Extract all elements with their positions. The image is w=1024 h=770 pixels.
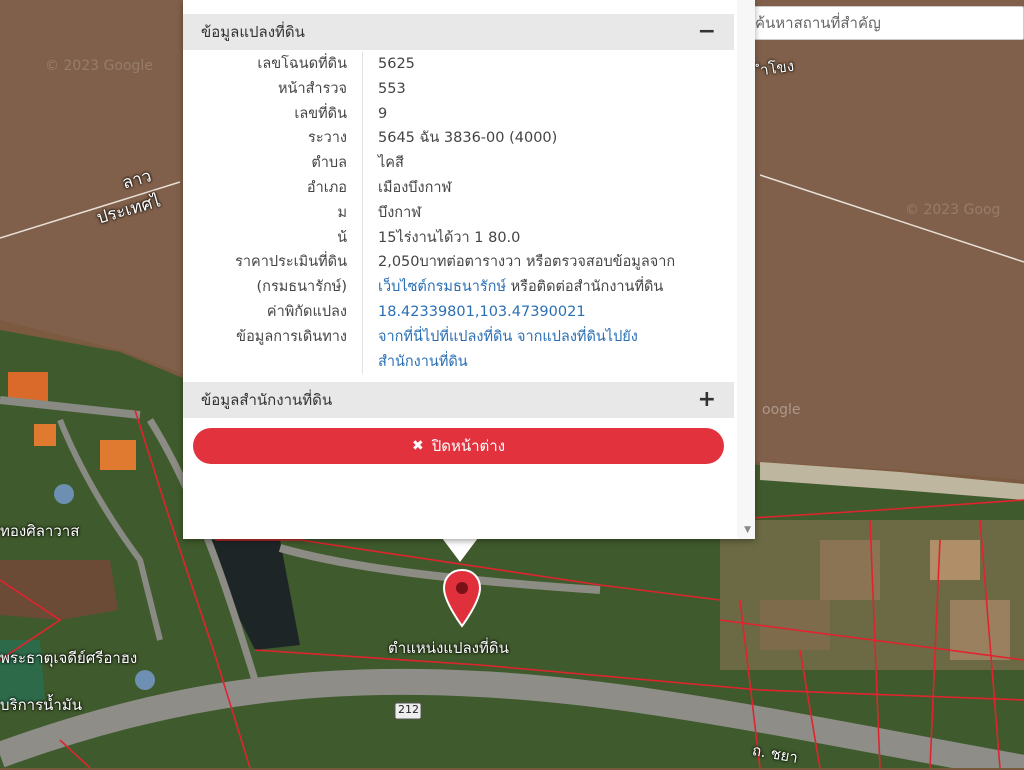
coordinates-label: ค่าพิกัดแปลง [183,299,363,325]
treasury-website-link[interactable]: เว็บไซต์กรมธนารักษ์ [378,279,506,295]
deed-number-label: เลขโฉนดที่ดิน [183,52,363,77]
directions-to-office-link-cont[interactable]: สำนักงานที่ดิน [378,350,723,375]
collapse-icon[interactable]: − [698,21,716,43]
directions-to-office-link[interactable]: จากแปลงที่ดินไปยัง [517,329,638,345]
map-label-pagoda: พระธาตุเจดีย์ศรีอาฮง [0,649,138,667]
close-button-label: ปิดหน้าต่าง [431,437,506,455]
close-icon: ✖ [411,438,424,454]
parcel-info-table: เลขโฉนดที่ดิน 5625 หน้าสำรวจ 553 เลขที่ด… [183,52,734,375]
map-label-temple: ทองศิลาวาส [0,522,80,540]
info-row: ค่าพิกัดแปลง 18.42339801,103.47390021 [183,299,734,325]
map-watermark: © 2023 Google [45,58,153,74]
coordinates-link[interactable]: 18.42339801,103.47390021 [363,300,723,325]
district-label: อำเภอ [183,175,363,201]
map-label-river: ำโขง [758,56,796,80]
area-value: 15ไร่งานได้วา 1 80.0 [378,229,521,246]
survey-page-value: 553 [378,80,406,97]
road-number-sign: 212 [398,703,419,716]
map-sheet-value: 5645 ฉัน 3836-00 (4000) [378,130,558,147]
close-window-button[interactable]: ✖ ปิดหน้าต่าง [193,428,724,464]
land-number-value: 9 [378,105,388,122]
popup-scrollbar[interactable]: ▼ [737,0,755,539]
info-row: เลขที่ดิน 9 [183,101,734,127]
directions-links: จากที่นี่ไปที่แปลงที่ดิน จากแปลงที่ดินไป… [363,325,723,375]
area-label: น้ [183,225,363,251]
info-row: ตำบล ไคสี [183,151,734,176]
subdistrict-label: ตำบล [183,151,363,176]
expand-icon[interactable]: + [698,389,716,411]
info-row: น้ 15ไร่งานได้วา 1 80.0 [183,225,734,251]
scroll-down-arrow-icon[interactable]: ▼ [744,525,751,535]
deed-number-value: 5625 [378,56,415,72]
map-watermark: © 2023 Goog [905,202,1001,218]
appraisal-price-text: 2,050บาทต่อตารางวา หรือตรวจสอบข้อมูลจาก [378,254,676,271]
popup-pointer [442,538,478,562]
marker-label: ตำแหน่งแปลงที่ดิน [388,639,509,657]
map-watermark-google: oogle [762,402,801,418]
info-row: ระวาง 5645 ฉัน 3836-00 (4000) [183,126,734,152]
info-row: อำเภอ เมืองบึงกาฬ [183,175,734,201]
district-value: เมืองบึงกาฬ [378,179,452,196]
info-row: เลขโฉนดที่ดิน 5625 [183,52,734,77]
appraisal-source: เว็บไซต์กรมธนารักษ์ หรือติดต่อสำนักงานที… [378,275,723,300]
directions-to-parcel-link[interactable]: จากที่นี่ไปที่แปลงที่ดิน [378,329,512,345]
province-label: ม [183,200,363,226]
landmark-search-input[interactable] [748,6,1024,40]
info-row: ม บึงกาฬ [183,200,734,226]
subdistrict-value: ไคสี [378,155,404,172]
info-row: ราคาประเมินที่ดิน (กรมธนารักษ์) 2,050บาท… [183,250,734,300]
directions-label: ข้อมูลการเดินทาง [183,324,363,375]
parcel-location-marker-icon[interactable] [440,568,484,628]
parcel-info-panel-header[interactable]: ข้อมูลแปลงที่ดิน − [183,14,734,50]
parcel-info-panel-title: ข้อมูลแปลงที่ดิน [201,23,305,41]
appraisal-label-line-2: (กรมธนารักษ์) [256,279,347,296]
appraisal-label: ราคาประเมินที่ดิน (กรมธนารักษ์) [183,250,363,300]
land-office-panel-header[interactable]: ข้อมูลสำนักงานที่ดิน + [183,382,734,418]
info-row: ข้อมูลการเดินทาง จากที่นี่ไปที่แปลงที่ดิ… [183,324,734,375]
appraisal-label-line-1: ราคาประเมินที่ดิน [235,254,347,271]
survey-page-label: หน้าสำรวจ [183,76,363,102]
province-value: บึงกาฬ [378,204,422,221]
info-row: หน้าสำรวจ 553 [183,76,734,102]
land-office-panel-title: ข้อมูลสำนักงานที่ดิน [201,391,333,409]
appraisal-value: 2,050บาทต่อตารางวา หรือตรวจสอบข้อมูลจาก … [363,250,723,300]
parcel-info-popup: ▼ ข้อมูลแปลงที่ดิน − เลขโฉนดที่ดิน 5625 … [183,0,755,539]
map-sheet-label: ระวาง [183,126,363,152]
map-label-fuel: บริการน้ำมัน [0,696,82,714]
land-number-label: เลขที่ดิน [183,101,363,127]
appraisal-contact-text: หรือติดต่อสำนักงานที่ดิน [506,279,664,296]
